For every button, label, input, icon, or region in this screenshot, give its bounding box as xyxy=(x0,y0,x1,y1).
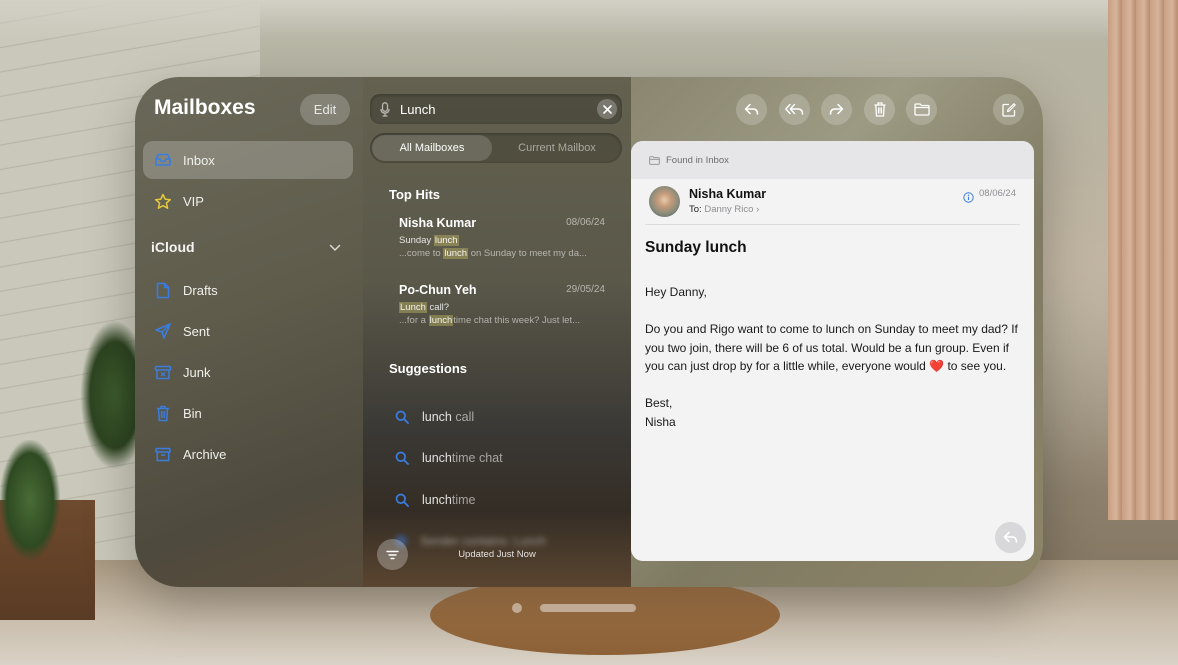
clear-search-button[interactable] xyxy=(597,99,617,119)
message-card: Found in Inbox Nisha Kumar To: Danny Ric… xyxy=(631,141,1034,561)
sidebar-item-label: Archive xyxy=(183,446,227,462)
info-icon[interactable] xyxy=(963,190,974,208)
sidebar-item-drafts[interactable]: Drafts xyxy=(143,271,353,309)
sidebar-item-label: Sent xyxy=(183,323,210,339)
mail-window: Mailboxes Edit Inbox VIP iCloud Drafts S… xyxy=(135,77,1043,587)
compose-icon xyxy=(1001,102,1016,117)
greeting: Hey Danny, xyxy=(645,285,707,299)
recipient-line: To: Danny Rico › xyxy=(689,204,760,215)
sidebar-item-vip[interactable]: VIP xyxy=(143,182,353,220)
found-in-banner: Found in Inbox xyxy=(631,141,1034,179)
reply-icon xyxy=(744,103,759,115)
window-grabber[interactable] xyxy=(540,604,636,612)
search-hit[interactable]: Po-Chun Yeh 29/05/24 Lunch call? ...for … xyxy=(399,283,607,326)
icloud-section-header[interactable]: iCloud xyxy=(151,239,341,255)
document-icon xyxy=(153,280,173,300)
star-icon xyxy=(153,191,173,211)
search-icon xyxy=(395,410,409,424)
sidebar-item-sent[interactable]: Sent xyxy=(143,312,353,350)
hit-subject: Lunch call? xyxy=(399,302,450,313)
microphone-icon[interactable] xyxy=(378,100,392,118)
window-close-dot[interactable] xyxy=(512,603,522,613)
suggestions-heading: Suggestions xyxy=(389,361,468,376)
signoff: Best, xyxy=(645,396,673,410)
message-body: Hey Danny, Do you and Rigo want to come … xyxy=(645,283,1020,431)
chevron-down-icon xyxy=(329,239,341,255)
top-hits-heading: Top Hits xyxy=(389,187,441,202)
suggestion-text: lunchtime chat xyxy=(422,451,503,465)
compose-button[interactable] xyxy=(993,94,1024,125)
search-field[interactable] xyxy=(370,94,622,124)
move-to-folder-button[interactable] xyxy=(906,94,937,125)
search-input[interactable] xyxy=(400,101,590,117)
section-label: iCloud xyxy=(151,239,195,255)
scope-current-mailbox[interactable]: Current Mailbox xyxy=(494,135,620,161)
quick-reply-button[interactable] xyxy=(995,522,1026,553)
sidebar-item-bin[interactable]: Bin xyxy=(143,394,353,432)
reply-all-icon xyxy=(785,103,804,115)
forward-button[interactable] xyxy=(821,94,852,125)
sidebar-item-label: Inbox xyxy=(183,152,215,168)
close-icon xyxy=(602,104,612,114)
scope-all-mailboxes[interactable]: All Mailboxes xyxy=(372,135,492,161)
signature: Nisha xyxy=(645,414,676,429)
update-status: Updated Just Now xyxy=(458,549,536,560)
message-header: Nisha Kumar To: Danny Rico › 08/06/24 xyxy=(645,179,1020,225)
suggestion-item[interactable]: lunchtime chat xyxy=(395,448,503,468)
sidebar-item-label: Bin xyxy=(183,405,202,421)
delete-button[interactable] xyxy=(864,94,895,125)
search-icon xyxy=(395,493,409,507)
search-results-pane: All Mailboxes Current Mailbox Top Hits N… xyxy=(363,77,631,587)
trash-icon xyxy=(153,403,173,423)
background-plant-small xyxy=(0,440,60,560)
search-hit[interactable]: Nisha Kumar 08/06/24 Sunday lunch ...com… xyxy=(399,216,607,259)
sender-name[interactable]: Nisha Kumar xyxy=(689,187,766,201)
archive-icon xyxy=(153,444,173,464)
suggestion-item[interactable]: lunch call xyxy=(395,407,474,427)
background-curtain xyxy=(1108,0,1178,520)
suggestion-text: lunchtime xyxy=(422,493,476,507)
suggestion-text: lunch call xyxy=(422,410,475,424)
hit-preview: ...for a lunchtime chat this week? Just … xyxy=(399,315,581,326)
chevron-right-icon: › xyxy=(756,204,760,215)
mailboxes-sidebar: Mailboxes Edit Inbox VIP iCloud Drafts S… xyxy=(135,77,363,587)
suggestion-item[interactable]: lunchtime xyxy=(395,490,476,510)
heart-emoji: ❤️ xyxy=(929,359,945,373)
search-icon xyxy=(395,451,409,465)
reply-icon xyxy=(1003,531,1018,543)
paperplane-icon xyxy=(153,321,173,341)
hit-subject: Sunday lunch xyxy=(399,235,459,246)
recipient-name[interactable]: Danny Rico › xyxy=(704,204,759,215)
trash-icon xyxy=(874,102,885,117)
sidebar-item-label: Junk xyxy=(183,364,211,380)
background-ceiling xyxy=(0,0,1178,40)
sidebar-item-inbox[interactable]: Inbox xyxy=(143,141,353,179)
sidebar-item-junk[interactable]: Junk xyxy=(143,353,353,391)
hit-date: 08/06/24 xyxy=(566,217,605,228)
inbox-icon xyxy=(153,150,173,170)
reply-button[interactable] xyxy=(736,94,767,125)
suggestion-item-faded: Sender contains: Lunch xyxy=(395,534,546,548)
message-date: 08/06/24 xyxy=(979,188,1016,199)
message-pane: Found in Inbox Nisha Kumar To: Danny Ric… xyxy=(631,77,1043,587)
junk-icon xyxy=(153,362,173,382)
folder-icon xyxy=(913,103,930,116)
folder-icon xyxy=(649,155,660,165)
avatar[interactable] xyxy=(649,186,680,217)
hit-preview: ...come to lunch on Sunday to meet my da… xyxy=(399,248,587,259)
sidebar-item-archive[interactable]: Archive xyxy=(143,435,353,473)
body-paragraph: Do you and Rigo want to come to lunch on… xyxy=(645,322,1018,373)
background-table xyxy=(430,575,780,655)
hit-date: 29/05/24 xyxy=(566,284,605,295)
edit-button[interactable]: Edit xyxy=(300,94,350,125)
forward-icon xyxy=(829,103,844,115)
sidebar-item-label: VIP xyxy=(183,193,204,209)
sidebar-item-label: Drafts xyxy=(183,282,218,298)
reply-all-button[interactable] xyxy=(779,94,810,125)
message-subject: Sunday lunch xyxy=(645,239,747,256)
search-scope-segmented-control: All Mailboxes Current Mailbox xyxy=(370,133,622,163)
sidebar-title: Mailboxes xyxy=(154,96,256,119)
